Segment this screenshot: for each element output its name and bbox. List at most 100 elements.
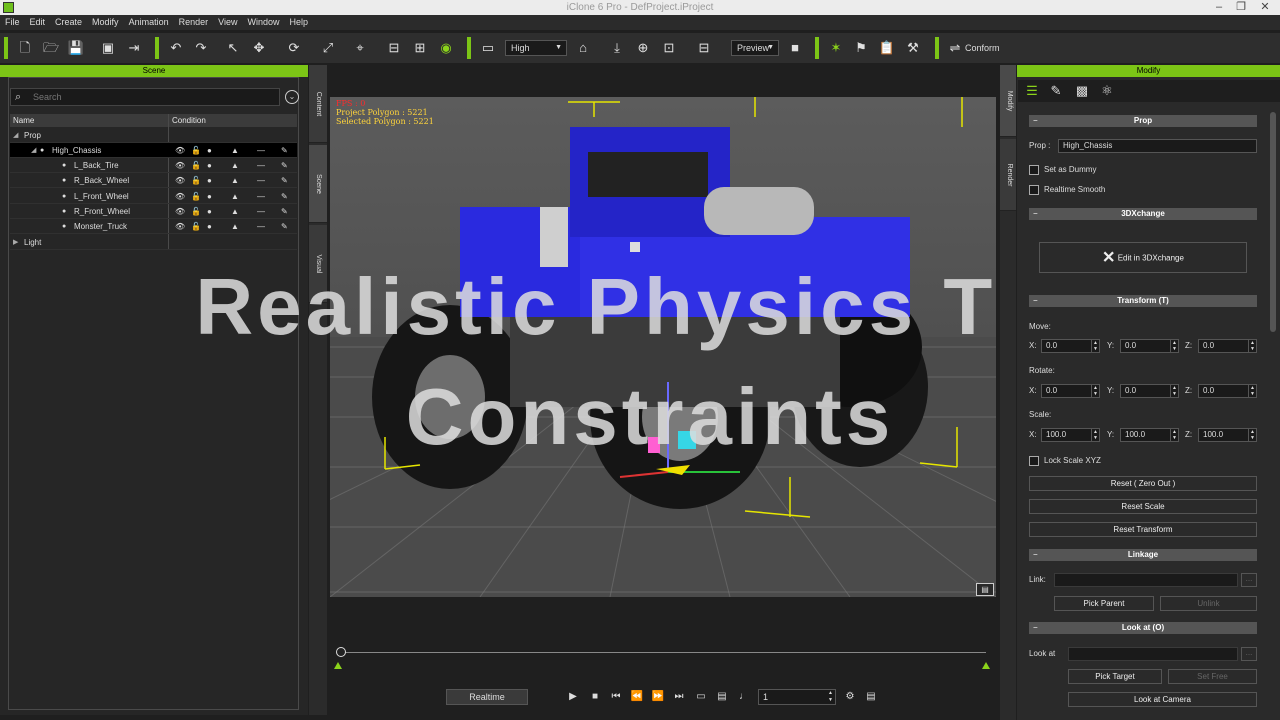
set-free-button[interactable]: Set Free bbox=[1168, 669, 1257, 684]
spin-arrows-icon[interactable]: ▲ ▼ bbox=[1091, 385, 1099, 397]
reset-transform-button[interactable]: Reset Transform bbox=[1029, 522, 1257, 537]
menu-create[interactable]: Create bbox=[50, 15, 87, 30]
next-frame-icon[interactable]: ⏩ bbox=[651, 690, 665, 704]
scale-x-field[interactable]: 100.0 ▲ ▼ bbox=[1041, 428, 1100, 442]
tree-row[interactable]: ● R_Front_Wheel 👁 🔓 ● ▲ — ✎ bbox=[10, 204, 297, 219]
go-to-end-icon[interactable]: ⏭ bbox=[672, 690, 686, 704]
stop-icon[interactable]: ■ bbox=[588, 690, 602, 704]
shading-icon[interactable]: ● bbox=[207, 189, 212, 204]
light-icon[interactable]: ▲ bbox=[231, 219, 239, 234]
light-icon[interactable]: ▲ bbox=[231, 143, 239, 158]
tab-modify[interactable]: Modify bbox=[1000, 65, 1016, 137]
scale-icon[interactable]: ⤢ bbox=[319, 39, 337, 57]
open-file-icon[interactable]: 🗁 bbox=[42, 39, 60, 57]
link-field[interactable] bbox=[1054, 573, 1238, 587]
timeline-playhead[interactable] bbox=[336, 647, 346, 657]
realtime-smooth-checkbox[interactable] bbox=[1029, 185, 1039, 195]
edit-icon[interactable]: ✎ bbox=[281, 189, 288, 204]
transform-section-header[interactable]: − Transform (T) bbox=[1029, 295, 1257, 307]
lock-icon[interactable]: 🔓 bbox=[191, 143, 201, 158]
edit-icon[interactable]: ✎ bbox=[281, 158, 288, 173]
collapse-arrow-icon[interactable]: ◢ bbox=[31, 143, 36, 158]
edit-in-3dxchange-button[interactable]: ✕ Edit in 3DXchange bbox=[1039, 242, 1247, 273]
lock-icon[interactable]: 🔓 bbox=[191, 173, 201, 188]
timeline-track[interactable] bbox=[340, 652, 986, 653]
frame-input[interactable]: 1 ▲ ▼ bbox=[758, 689, 836, 705]
eye-icon[interactable]: 👁 bbox=[175, 219, 185, 234]
close-button[interactable]: ✕ bbox=[1254, 0, 1276, 15]
spin-arrows-icon[interactable]: ▲ ▼ bbox=[1248, 385, 1256, 397]
timeline-end-marker[interactable] bbox=[982, 662, 990, 669]
shading-icon[interactable]: ● bbox=[207, 219, 212, 234]
menu-window[interactable]: Window bbox=[242, 15, 284, 30]
lock-icon[interactable]: 🔓 bbox=[191, 204, 201, 219]
prop-name-field[interactable]: High_Chassis bbox=[1058, 139, 1257, 153]
reset-zero-out-button[interactable]: Reset ( Zero Out ) bbox=[1029, 476, 1257, 491]
shading-icon[interactable]: ● bbox=[207, 143, 212, 158]
prop-section-header[interactable]: − Prop bbox=[1029, 115, 1257, 127]
edit-icon[interactable]: ✎ bbox=[281, 204, 288, 219]
tree-row[interactable]: ▶ Light bbox=[10, 235, 297, 250]
tab-render[interactable]: Render bbox=[1000, 139, 1016, 211]
light-icon[interactable]: ▲ bbox=[231, 204, 239, 219]
menu-view[interactable]: View bbox=[213, 15, 242, 30]
line-icon[interactable]: — bbox=[257, 204, 265, 219]
conform-icon[interactable]: ⇌ bbox=[946, 39, 964, 57]
visibility-icon[interactable]: ◉ bbox=[437, 39, 455, 57]
preview-dropdown[interactable]: Preview ▼ bbox=[731, 40, 779, 56]
pick-target-button[interactable]: Pick Target bbox=[1068, 669, 1162, 684]
align-icon[interactable]: ⊟ bbox=[385, 39, 403, 57]
tree-row[interactable]: ● L_Back_Tire 👁 🔓 ● ▲ — ✎ bbox=[10, 158, 297, 173]
light-icon[interactable]: ▲ bbox=[231, 158, 239, 173]
menu-file[interactable]: File bbox=[0, 15, 25, 30]
scale-z-field[interactable]: 100.0 ▲ ▼ bbox=[1198, 428, 1257, 442]
viewport-menu-icon[interactable]: ▤ bbox=[976, 583, 994, 596]
render-icon[interactable]: ▣ bbox=[99, 39, 117, 57]
collapse-arrow-icon[interactable]: ◢ bbox=[13, 128, 18, 143]
search-input[interactable] bbox=[33, 89, 273, 105]
rotate-x-field[interactable]: 0.0 ▲ ▼ bbox=[1041, 384, 1100, 398]
edit-icon[interactable]: ✎ bbox=[281, 219, 288, 234]
rotate-icon[interactable]: ⟳ bbox=[285, 39, 303, 57]
layout-icon[interactable]: ⊞ bbox=[411, 39, 429, 57]
line-icon[interactable]: — bbox=[257, 143, 265, 158]
home-icon[interactable]: ⌂ bbox=[574, 39, 592, 57]
line-icon[interactable]: — bbox=[257, 173, 265, 188]
lookat-field[interactable] bbox=[1068, 647, 1238, 661]
export-icon[interactable]: ⇥ bbox=[125, 39, 143, 57]
line-icon[interactable]: — bbox=[257, 219, 265, 234]
subtitle-icon[interactable]: ▤ bbox=[715, 690, 729, 704]
zoom-selected-icon[interactable]: ⊕ bbox=[634, 39, 652, 57]
reset-scale-button[interactable]: Reset Scale bbox=[1029, 499, 1257, 514]
rotate-z-field[interactable]: 0.0 ▲ ▼ bbox=[1198, 384, 1257, 398]
linkage-section-header[interactable]: − Linkage bbox=[1029, 549, 1257, 561]
line-icon[interactable]: — bbox=[257, 189, 265, 204]
tools-icon[interactable]: ⚒ bbox=[904, 39, 922, 57]
flag-icon[interactable]: ⚑ bbox=[852, 39, 870, 57]
lookat-browse-button[interactable]: ... bbox=[1241, 647, 1257, 661]
line-icon[interactable]: — bbox=[257, 158, 265, 173]
lock-icon[interactable]: 🔓 bbox=[191, 189, 201, 204]
conform-button[interactable]: Conform bbox=[965, 43, 1000, 53]
zoom-all-icon[interactable]: ⊡ bbox=[660, 39, 678, 57]
spin-arrows-icon[interactable]: ▲ ▼ bbox=[1170, 340, 1178, 352]
clipboard-icon[interactable]: 📋 bbox=[878, 39, 896, 57]
redo-icon[interactable]: ↷ bbox=[192, 39, 210, 57]
move-z-field[interactable]: 0.0 ▲ ▼ bbox=[1198, 339, 1257, 353]
spin-arrows-icon[interactable]: ▲ ▼ bbox=[1170, 385, 1178, 397]
move-icon[interactable]: ✥ bbox=[250, 39, 268, 57]
tab-scene[interactable]: Scene bbox=[309, 145, 327, 223]
tree-row[interactable]: ● R_Back_Wheel 👁 🔓 ● ▲ — ✎ bbox=[10, 173, 297, 188]
menu-edit[interactable]: Edit bbox=[25, 15, 51, 30]
physics-atom-icon[interactable]: ⚛ bbox=[1099, 83, 1115, 99]
modify-scrollbar[interactable] bbox=[1270, 112, 1276, 332]
spin-arrows-icon[interactable]: ▲ ▼ bbox=[1248, 429, 1256, 441]
settings-sliders-icon[interactable]: ☰ bbox=[1024, 83, 1040, 99]
spin-arrows-icon[interactable]: ▲ ▼ bbox=[1248, 340, 1256, 352]
material-checker-icon[interactable]: ▩ bbox=[1074, 83, 1090, 99]
set-as-dummy-checkbox[interactable] bbox=[1029, 165, 1039, 175]
settings-gear-icon[interactable]: ⚙ bbox=[843, 690, 857, 704]
camera-view-icon[interactable]: ⊟ bbox=[695, 39, 713, 57]
move-x-field[interactable]: 0.0 ▲ ▼ bbox=[1041, 339, 1100, 353]
menu-modify[interactable]: Modify bbox=[87, 15, 124, 30]
